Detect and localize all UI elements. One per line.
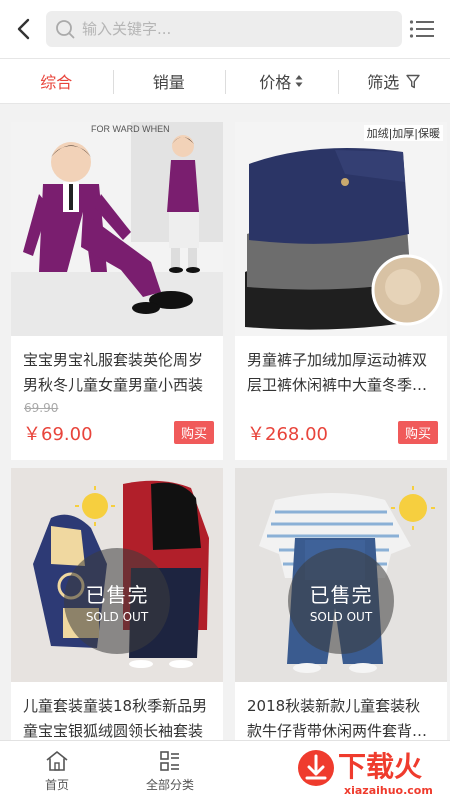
watermark-url: xiazaihuo.com — [344, 784, 433, 797]
product-card[interactable]: 已售完 SOLD OUT 儿童套装童装18秋季新品男童宝宝银狐绒圆领长袖套装 — [11, 468, 223, 740]
list-icon — [409, 20, 434, 38]
watermark-logo: 下载火 xiazaihuo.com — [290, 742, 450, 798]
search-box[interactable] — [46, 11, 402, 47]
sold-out-text-en: SOLD OUT — [85, 609, 149, 624]
product-title: 儿童套装童装18秋季新品男童宝宝银狐绒圆领长袖套装 — [23, 697, 208, 740]
product-image[interactable]: 已售完 SOLD OUT — [11, 468, 223, 682]
product-title: 2018秋装新款儿童套装秋款牛仔背带休闲两件套背带裤 — [247, 697, 428, 740]
tab-label: 价格 — [259, 73, 292, 92]
search-icon — [54, 18, 76, 40]
product-grid: FOR WARD WHEN 宝宝男宝礼服套装英伦周岁男秋冬儿童女童男童小西装 6… — [0, 104, 450, 740]
top-bar — [0, 0, 450, 58]
product-price: ￥268.00 — [247, 424, 328, 445]
product-original-price — [235, 398, 447, 418]
buy-button[interactable]: 购买 — [174, 421, 214, 444]
tab-sales[interactable]: 销量 — [112, 59, 226, 103]
nav-all-categories[interactable]: 全部分类 — [130, 741, 210, 800]
product-image[interactable]: FOR WARD WHEN — [11, 122, 223, 336]
category-icon — [160, 750, 179, 771]
product-image[interactable]: 加绒|加厚|保暖 — [235, 122, 447, 336]
sort-bar: 综合 销量 价格 筛选 — [0, 58, 450, 104]
nav-home[interactable]: 首页 — [17, 741, 97, 800]
nav-label: 首页 — [44, 777, 69, 792]
product-title: 男童裤子加绒加厚运动裤双层卫裤休闲裤中大童冬季长裤 — [247, 351, 428, 394]
tab-label: 筛选 — [367, 73, 400, 92]
tab-filter[interactable]: 筛选 — [337, 59, 450, 103]
product-price: ￥69.00 — [23, 424, 93, 445]
product-card[interactable]: 加绒|加厚|保暖 男童裤子加绒加厚运动裤双层卫裤休闲裤中大童冬季长裤 ￥268.… — [235, 122, 447, 460]
tab-label: 综合 — [40, 73, 73, 92]
sold-out-text-en: SOLD OUT — [309, 609, 373, 624]
product-card[interactable]: FOR WARD WHEN 宝宝男宝礼服套装英伦周岁男秋冬儿童女童男童小西装 6… — [11, 122, 223, 460]
filter-icon — [406, 74, 420, 89]
product-card[interactable]: 已售完 SOLD OUT 2018秋装新款儿童套装秋款牛仔背带休闲两件套背带裤 — [235, 468, 447, 740]
list-view-button[interactable] — [404, 13, 440, 45]
home-icon — [46, 750, 68, 771]
back-button[interactable] — [0, 0, 46, 58]
sold-out-badge: 已售完 SOLD OUT — [288, 548, 394, 654]
buy-button[interactable]: 购买 — [398, 421, 438, 444]
product-image[interactable]: 已售完 SOLD OUT — [235, 468, 447, 682]
nav-label: 全部分类 — [145, 777, 194, 792]
sold-out-text: 已售完 — [309, 582, 373, 607]
tab-price[interactable]: 价格 — [225, 59, 338, 103]
sold-out-badge: 已售完 SOLD OUT — [64, 548, 170, 654]
tab-comprehensive[interactable]: 综合 — [0, 59, 113, 103]
sold-out-text: 已售完 — [85, 582, 149, 607]
product-image-text: FOR WARD WHEN — [91, 124, 170, 134]
back-arrow-icon — [17, 18, 30, 40]
search-input[interactable] — [82, 20, 382, 38]
sort-arrows-icon — [295, 74, 303, 88]
watermark-text: 下载火 — [338, 750, 422, 783]
image-feature-tag: 加绒|加厚|保暖 — [363, 125, 443, 141]
product-title: 宝宝男宝礼服套装英伦周岁男秋冬儿童女童男童小西装 — [23, 351, 204, 394]
product-original-price: 69.90 — [24, 401, 59, 415]
tab-label: 销量 — [152, 73, 185, 92]
